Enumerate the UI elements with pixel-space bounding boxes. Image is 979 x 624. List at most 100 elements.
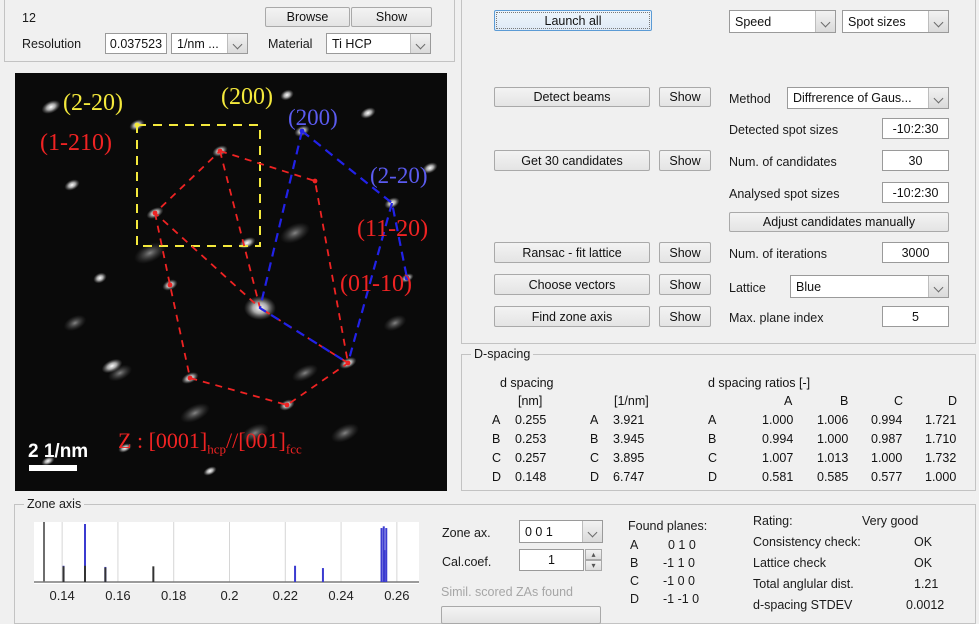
- browse-button[interactable]: Browse: [265, 7, 350, 27]
- dspacing-header-nm-unit: [nm]: [518, 394, 543, 408]
- zone-axis-z-label: Z :: [118, 428, 144, 453]
- dspacing-ratio-key: A: [708, 413, 717, 427]
- cal-coef-stepper[interactable]: ▴ ▾: [585, 549, 602, 571]
- found-plane-key: D: [630, 592, 640, 606]
- dspacing-ratio-col-c: C: [894, 394, 904, 408]
- dspacing-header-nm-title: d spacing: [500, 376, 554, 390]
- dspacing-ratio-d: 1.710: [925, 432, 957, 446]
- chevron-down-icon[interactable]: [928, 11, 948, 32]
- dspacing-nm-value: 0.148: [515, 470, 547, 484]
- find-zone-axis-show-button[interactable]: Show: [659, 306, 711, 327]
- stat-label-lattice: Lattice check: [753, 556, 826, 570]
- chevron-down-icon[interactable]: [582, 521, 602, 542]
- lattice-select[interactable]: Blue: [790, 275, 949, 298]
- resolution-input[interactable]: 0.037523: [105, 33, 167, 54]
- zone-ax-select[interactable]: 0 0 1: [519, 520, 603, 543]
- chevron-down-icon[interactable]: [815, 11, 835, 32]
- zone-axis-tick-label: 0.14: [49, 588, 75, 603]
- dspacing-header-invnm-unit: [1/nm]: [614, 394, 649, 408]
- stat-value-lattice: OK: [914, 556, 933, 570]
- stat-label-stdev: d-spacing STDEV: [753, 598, 853, 612]
- lattice-value: Blue: [796, 279, 822, 294]
- chevron-down-icon[interactable]: [410, 34, 430, 53]
- found-plane-hkl: -1 1 0: [663, 556, 695, 570]
- method-value: Diffrerence of Gaus...: [793, 91, 912, 105]
- spot-sizes-select[interactable]: Spot sizes: [842, 10, 949, 33]
- num-candidates-label: Num. of candidates: [729, 155, 837, 169]
- detected-spot-sizes-label: Detected spot sizes: [729, 123, 839, 137]
- num-iterations-input[interactable]: 3000: [882, 242, 949, 263]
- adjust-candidates-button[interactable]: Adjust candidates manually: [729, 212, 949, 232]
- dspacing-ratio-c: 0.994: [871, 413, 903, 427]
- max-plane-index-input[interactable]: 5: [882, 306, 949, 327]
- get-candidates-show-button[interactable]: Show: [659, 150, 711, 171]
- zone-axis-chart-svg: [34, 522, 419, 583]
- dspacing-inv-key: B: [590, 432, 599, 446]
- chevron-down-icon[interactable]: [227, 34, 247, 53]
- zone-axis-hcp-sub: hcp: [207, 441, 226, 457]
- speed-select[interactable]: Speed: [729, 10, 836, 33]
- detected-spot-sizes-input[interactable]: -10:2:30: [882, 118, 949, 139]
- zone-axis-tick-label: 0.16: [105, 588, 131, 603]
- scale-bar: [29, 465, 77, 471]
- get-candidates-button[interactable]: Get 30 candidates: [494, 150, 650, 171]
- detect-beams-button[interactable]: Detect beams: [494, 87, 650, 107]
- zone-axis-bottom-button[interactable]: [441, 606, 601, 624]
- overlay-label-01-10-red: (01-10): [340, 271, 412, 297]
- stepper-down-icon[interactable]: ▾: [585, 560, 602, 571]
- speed-value: Speed: [735, 14, 772, 29]
- scale-bar-label: 2 1/nm: [28, 441, 89, 462]
- num-candidates-input[interactable]: 30: [882, 150, 949, 171]
- chevron-down-icon[interactable]: [928, 88, 948, 108]
- found-plane-key: A: [630, 538, 639, 552]
- overlay-label-2-20-yellow: (2-20): [63, 90, 123, 116]
- detect-beams-show-button[interactable]: Show: [659, 87, 711, 107]
- dspacing-ratio-d: 1.732: [925, 451, 957, 465]
- dspacing-ratio-col-a: A: [784, 394, 793, 408]
- method-select[interactable]: Diffrerence of Gaus...: [787, 87, 949, 109]
- choose-vectors-show-button[interactable]: Show: [659, 274, 711, 295]
- ransac-fit-lattice-button[interactable]: Ransac - fit lattice: [494, 242, 650, 263]
- resolution-units-select[interactable]: 1/nm ...: [171, 33, 248, 54]
- overlay-label-200-yellow: (200): [221, 84, 273, 110]
- dspacing-ratio-d: 1.721: [925, 413, 957, 427]
- dspacing-ratio-key: D: [708, 470, 718, 484]
- zone-ax-value: 0 0 1: [525, 524, 553, 539]
- diffraction-pattern-image[interactable]: (2-20) (200) (200) (1-210) (2-20) (11-20…: [15, 73, 447, 491]
- dspacing-ratio-a: 1.000: [762, 413, 794, 427]
- zone-axis-chart[interactable]: [34, 522, 419, 584]
- launch-all-button[interactable]: Launch all: [494, 10, 652, 31]
- chevron-down-icon[interactable]: [928, 276, 948, 297]
- num-iterations-label: Num. of iterations: [729, 247, 827, 261]
- cal-coef-input[interactable]: 1: [519, 549, 584, 571]
- dspacing-key: C: [492, 451, 502, 465]
- choose-vectors-button[interactable]: Choose vectors: [494, 274, 650, 295]
- stepper-up-icon[interactable]: ▴: [585, 549, 602, 560]
- dspacing-inv-key: D: [590, 470, 600, 484]
- table-row: B: [492, 432, 500, 446]
- dspacing-nm-value: 0.253: [515, 432, 547, 446]
- dspacing-inv-key: C: [590, 451, 600, 465]
- dspacing-ratio-a: 0.994: [762, 432, 794, 446]
- dspacing-ratio-a: 0.581: [762, 470, 794, 484]
- find-zone-axis-button[interactable]: Find zone axis: [494, 306, 650, 327]
- material-select[interactable]: Ti HCP: [326, 33, 431, 54]
- zone-axis-tick-label: 0.2: [220, 588, 239, 603]
- lattice-label: Lattice: [729, 281, 766, 295]
- dspacing-ratio-key: B: [708, 432, 717, 446]
- dspacing-key: B: [492, 432, 501, 446]
- ransac-show-button[interactable]: Show: [659, 242, 711, 263]
- yellow-spot-markers: [134, 122, 140, 128]
- dspacing-ratio-b: 1.013: [817, 451, 849, 465]
- zone-axis-tick-label: 0.24: [328, 588, 354, 603]
- zone-axis-hcp: [0001]: [148, 428, 208, 453]
- resolution-units-value: 1/nm ...: [177, 36, 219, 51]
- material-value: Ti HCP: [332, 36, 372, 51]
- stat-value-consistency: OK: [914, 535, 933, 549]
- input-show-button[interactable]: Show: [351, 7, 432, 27]
- dspacing-ratio-d: 1.000: [925, 470, 957, 484]
- analysed-spot-sizes-input[interactable]: -10:2:30: [882, 182, 949, 203]
- stat-value-rating: Very good: [862, 514, 919, 528]
- zone-axis-tick-label: 0.22: [272, 588, 298, 603]
- dspacing-ratio-col-b: B: [840, 394, 849, 408]
